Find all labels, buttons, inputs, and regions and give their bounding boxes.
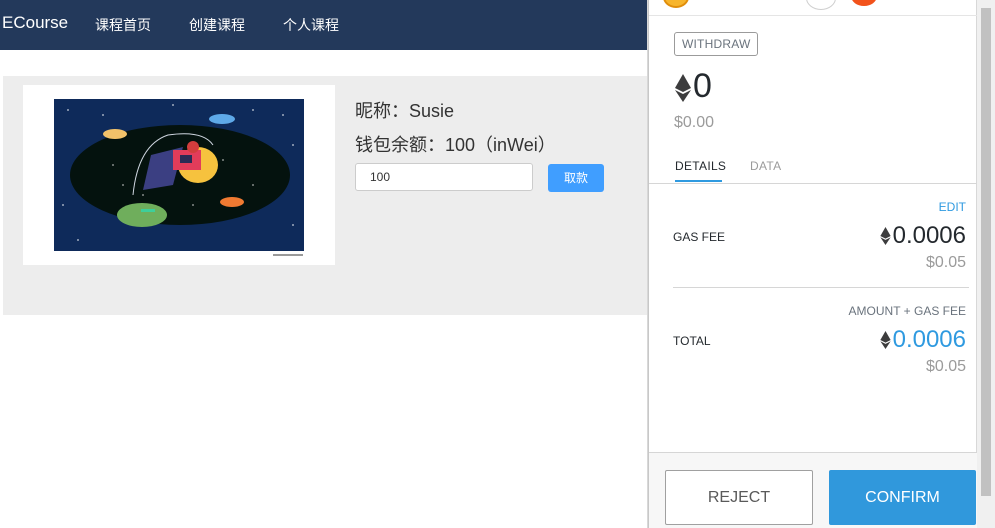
account-strip [649, 0, 977, 16]
action-footer: REJECT CONFIRM [649, 452, 977, 528]
profile-panel: 昵称：Susie 钱包余额：100（inWei） 取款 [3, 76, 663, 315]
profile-image [23, 85, 335, 265]
arrow-circle-icon [806, 0, 836, 10]
eth-amount: 0 [675, 66, 712, 106]
tab-details[interactable]: DETAILS [675, 159, 726, 173]
popup-scrollbar[interactable] [977, 0, 995, 528]
nav-link-create-course[interactable]: 创建课程 [189, 15, 245, 35]
edit-gas-link[interactable]: EDIT [939, 200, 966, 214]
method-tag: WITHDRAW [674, 32, 759, 56]
withdraw-amount-input[interactable] [355, 163, 533, 191]
gas-fee-eth: 0.0006 [879, 222, 966, 250]
ethereum-icon [879, 331, 891, 349]
ethereum-icon [675, 74, 691, 102]
section-divider [673, 287, 969, 288]
metamask-confirm-panel: WITHDRAW 0 $0.00 DETAILS DATA EDIT GAS F… [648, 0, 977, 528]
total-eth-value: 0.0006 [892, 326, 966, 353]
eth-amount-value: 0 [693, 67, 712, 105]
recipient-avatar-icon[interactable] [851, 0, 877, 6]
reject-button[interactable]: REJECT [665, 470, 813, 525]
brand-logo[interactable]: ECourse [2, 13, 68, 33]
tab-data[interactable]: DATA [750, 159, 781, 173]
sender-avatar-icon[interactable] [663, 0, 689, 8]
scroll-thumb[interactable] [981, 8, 991, 496]
gas-fee-usd: $0.05 [925, 254, 966, 271]
ethereum-icon [879, 227, 891, 245]
wallet-balance-text: 钱包余额：100（inWei） [355, 135, 556, 155]
confirm-button[interactable]: CONFIRM [829, 470, 976, 525]
gas-fee-label: GAS FEE [673, 230, 726, 244]
total-eth: 0.0006 [879, 326, 966, 354]
withdraw-button[interactable]: 取款 [548, 164, 604, 192]
total-usd: $0.05 [925, 358, 966, 375]
nav-link-my-courses[interactable]: 个人课程 [283, 15, 339, 35]
amount-plus-gas-label: AMOUNT + GAS FEE [848, 304, 966, 318]
active-tab-indicator [675, 180, 722, 182]
usd-amount: $0.00 [674, 114, 715, 131]
total-label: TOTAL [673, 334, 711, 348]
nickname-text: 昵称：Susie [355, 101, 455, 121]
detail-tabs: DETAILS DATA [649, 150, 977, 184]
astronaut-illustration [54, 99, 304, 256]
metamask-popup: WITHDRAW 0 $0.00 DETAILS DATA EDIT GAS F… [647, 0, 995, 528]
gas-fee-eth-value: 0.0006 [892, 222, 966, 249]
nav-link-course-home[interactable]: 课程首页 [95, 15, 151, 35]
